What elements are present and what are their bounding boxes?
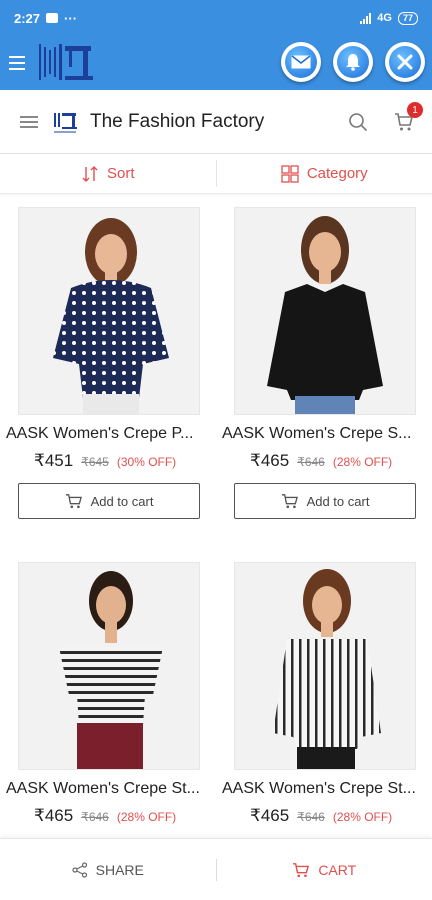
- battery-indicator: 77: [397, 11, 418, 25]
- product-discount: (28% OFF): [332, 455, 393, 469]
- product-image[interactable]: [18, 207, 200, 415]
- bell-icon: [346, 54, 360, 71]
- menu-icon[interactable]: [9, 56, 25, 70]
- add-to-cart-button[interactable]: Add to cart: [234, 483, 416, 519]
- add-to-cart-label: Add to cart: [306, 493, 370, 509]
- add-to-cart-label: Add to cart: [90, 493, 154, 509]
- search-icon[interactable]: [348, 112, 368, 132]
- product-price: ₹465: [250, 806, 290, 825]
- category-button[interactable]: Category: [217, 154, 432, 193]
- status-bar: 2:27 ··· 4G 77: [0, 0, 432, 36]
- hamburger-icon[interactable]: [20, 115, 38, 128]
- price-row: ₹465 ₹646 (28% OFF): [250, 806, 392, 826]
- product-mrp: ₹646: [81, 810, 109, 824]
- share-label: SHARE: [95, 861, 144, 878]
- product-image[interactable]: [234, 207, 416, 415]
- product-mrp: ₹646: [297, 455, 325, 469]
- add-to-cart-button[interactable]: Add to cart: [18, 483, 200, 519]
- price-row: ₹465 ₹646 (28% OFF): [250, 451, 392, 471]
- cart-button[interactable]: CART: [217, 862, 432, 878]
- more-dots-icon: ···: [64, 10, 78, 26]
- sort-label: Sort: [106, 165, 135, 182]
- sort-button[interactable]: Sort: [0, 154, 216, 193]
- store-header: The Fashion Factory 1: [0, 90, 432, 154]
- product-discount: (30% OFF): [116, 455, 177, 469]
- product-title[interactable]: AASK Women's Crepe St...: [222, 780, 432, 798]
- price-row: ₹451 ₹645 (30% OFF): [34, 451, 176, 471]
- share-button[interactable]: SHARE: [0, 862, 216, 878]
- cart-count-badge: 1: [407, 102, 423, 118]
- filter-bar: Sort Category: [0, 154, 432, 194]
- product-image[interactable]: [234, 562, 416, 770]
- sort-icon: [82, 165, 98, 182]
- cart-icon: [293, 862, 310, 877]
- product-title[interactable]: AASK Women's Crepe S...: [222, 425, 432, 443]
- product-image[interactable]: [18, 562, 200, 770]
- sewing-machine-logo: [39, 44, 93, 80]
- product-discount: (28% OFF): [116, 810, 177, 824]
- category-label: Category: [306, 165, 368, 182]
- brand-name: The Fashion Factory: [90, 110, 265, 132]
- share-icon: [72, 861, 87, 878]
- close-button[interactable]: [385, 42, 425, 82]
- bottom-bar: SHARE CART: [0, 838, 432, 900]
- brand-logo: [52, 109, 78, 134]
- status-time: 2:27: [14, 10, 41, 26]
- product-title[interactable]: AASK Women's Crepe P...: [6, 425, 220, 443]
- notification-button[interactable]: [333, 42, 373, 82]
- mail-icon: [291, 55, 311, 69]
- product-title[interactable]: AASK Women's Crepe St...: [6, 780, 220, 798]
- mail-button[interactable]: [281, 42, 321, 82]
- product-mrp: ₹645: [81, 455, 109, 469]
- message-icon: [46, 13, 59, 23]
- product-price: ₹451: [34, 451, 74, 470]
- product-mrp: ₹646: [297, 810, 325, 824]
- product-discount: (28% OFF): [332, 810, 393, 824]
- cart-label: CART: [318, 861, 357, 878]
- signal-icon: [360, 12, 372, 24]
- product-price: ₹465: [250, 451, 290, 470]
- app-bar: [0, 36, 432, 90]
- close-icon: [397, 54, 413, 70]
- grid-icon: [281, 164, 299, 183]
- price-row: ₹465 ₹646 (28% OFF): [34, 806, 176, 826]
- product-price: ₹465: [34, 806, 74, 825]
- cart-icon: [281, 494, 298, 509]
- network-type: 4G: [377, 12, 392, 24]
- cart-icon: [65, 494, 82, 509]
